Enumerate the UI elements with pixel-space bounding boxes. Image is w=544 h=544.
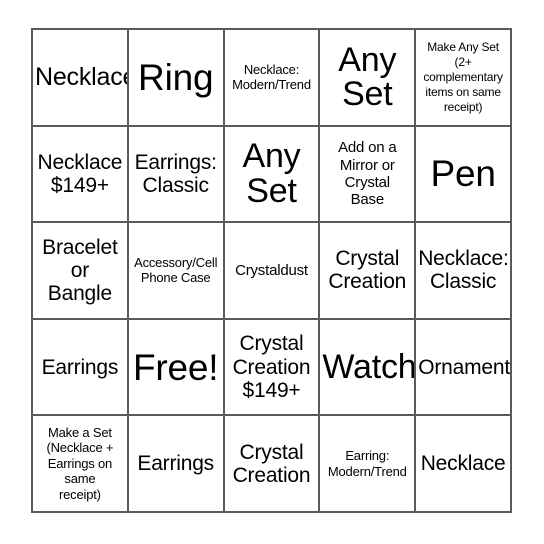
bingo-cell-label: Earrings: [41, 355, 119, 379]
bingo-cell[interactable]: Ring: [128, 30, 225, 127]
bingo-cell[interactable]: Necklace: [33, 30, 129, 127]
bingo-cell[interactable]: Any Set: [320, 30, 417, 127]
bingo-cell[interactable]: Ornament: [416, 319, 512, 417]
bingo-cell-label: Necklace: [35, 63, 129, 92]
bingo-cell-label: Necklace: [420, 452, 506, 476]
bingo-cell-label: Accessory/Cell Phone Case: [134, 254, 218, 286]
bingo-cell-label: Earrings: [137, 452, 214, 476]
bingo-cell[interactable]: Bracelet or Bangle: [33, 223, 129, 320]
bingo-cell[interactable]: Necklace: Classic: [416, 223, 512, 320]
bingo-cell-label: Free!: [133, 346, 219, 388]
bingo-cell-label: Ornament: [418, 355, 510, 379]
bingo-cell-label: Make Any Set (2+ complementary items on …: [423, 39, 503, 114]
bingo-cell-label: Necklace: Classic: [418, 247, 509, 294]
bingo-cell-label: Necklace: Modern/Trend: [232, 61, 311, 93]
bingo-cell[interactable]: Pen: [416, 126, 512, 224]
bingo-cell[interactable]: Earring: Modern/Trend: [320, 416, 417, 513]
bingo-cell-label: Crystaldust: [235, 261, 308, 279]
bingo-cell[interactable]: Any Set: [224, 126, 321, 224]
bingo-cell[interactable]: Add on a Mirror or Crystal Base: [320, 126, 417, 224]
bingo-cell[interactable]: Crystal Creation: [320, 223, 417, 320]
bingo-cell[interactable]: Earrings: Classic: [128, 126, 225, 224]
bingo-cell-label: Watch: [322, 347, 417, 386]
bingo-cell[interactable]: Crystaldust: [224, 223, 321, 320]
bingo-cell[interactable]: Necklace $149+: [33, 126, 129, 224]
bingo-cell-label: Crystal Creation: [328, 247, 407, 294]
bingo-card-grid: Necklace Ring Necklace: Modern/Trend Any Se…: [31, 28, 512, 513]
bingo-cell-label: Make a Set (Necklace + Earrings on same …: [46, 424, 114, 503]
bingo-cell-label: Pen: [430, 153, 496, 195]
bingo-cell[interactable]: Crystal Creation: [224, 416, 321, 513]
bingo-cell[interactable]: Make a Set (Necklace + Earrings on same …: [33, 416, 129, 513]
bingo-cell[interactable]: Accessory/Cell Phone Case: [128, 223, 225, 320]
bingo-cell-label: Ring: [138, 56, 214, 98]
bingo-cell-label: Crystal Creation $149+: [232, 332, 311, 402]
bingo-cell-label: Add on a Mirror or Crystal Base: [338, 139, 397, 209]
bingo-cell-label: Earrings: Classic: [134, 150, 217, 197]
bingo-cell-label: Any Set: [338, 40, 397, 114]
bingo-cell[interactable]: Necklace: Modern/Trend: [224, 30, 321, 127]
bingo-cell-label: Bracelet or Bangle: [42, 235, 118, 306]
bingo-cell[interactable]: Earrings: [33, 319, 129, 417]
bingo-cell[interactable]: Earrings: [128, 416, 225, 513]
bingo-cell-label: Any Set: [242, 137, 301, 210]
bingo-cell[interactable]: Watch: [320, 319, 417, 417]
bingo-cell-label: Crystal Creation: [232, 440, 311, 487]
bingo-cell-label: Earring: Modern/Trend: [327, 448, 407, 479]
bingo-cell[interactable]: Crystal Creation $149+: [224, 319, 321, 417]
bingo-cell[interactable]: Free!: [128, 319, 225, 417]
bingo-cell-label: Necklace $149+: [37, 150, 123, 197]
bingo-cell[interactable]: Make Any Set (2+ complementary items on …: [416, 30, 512, 127]
bingo-cell[interactable]: Necklace: [416, 416, 512, 513]
